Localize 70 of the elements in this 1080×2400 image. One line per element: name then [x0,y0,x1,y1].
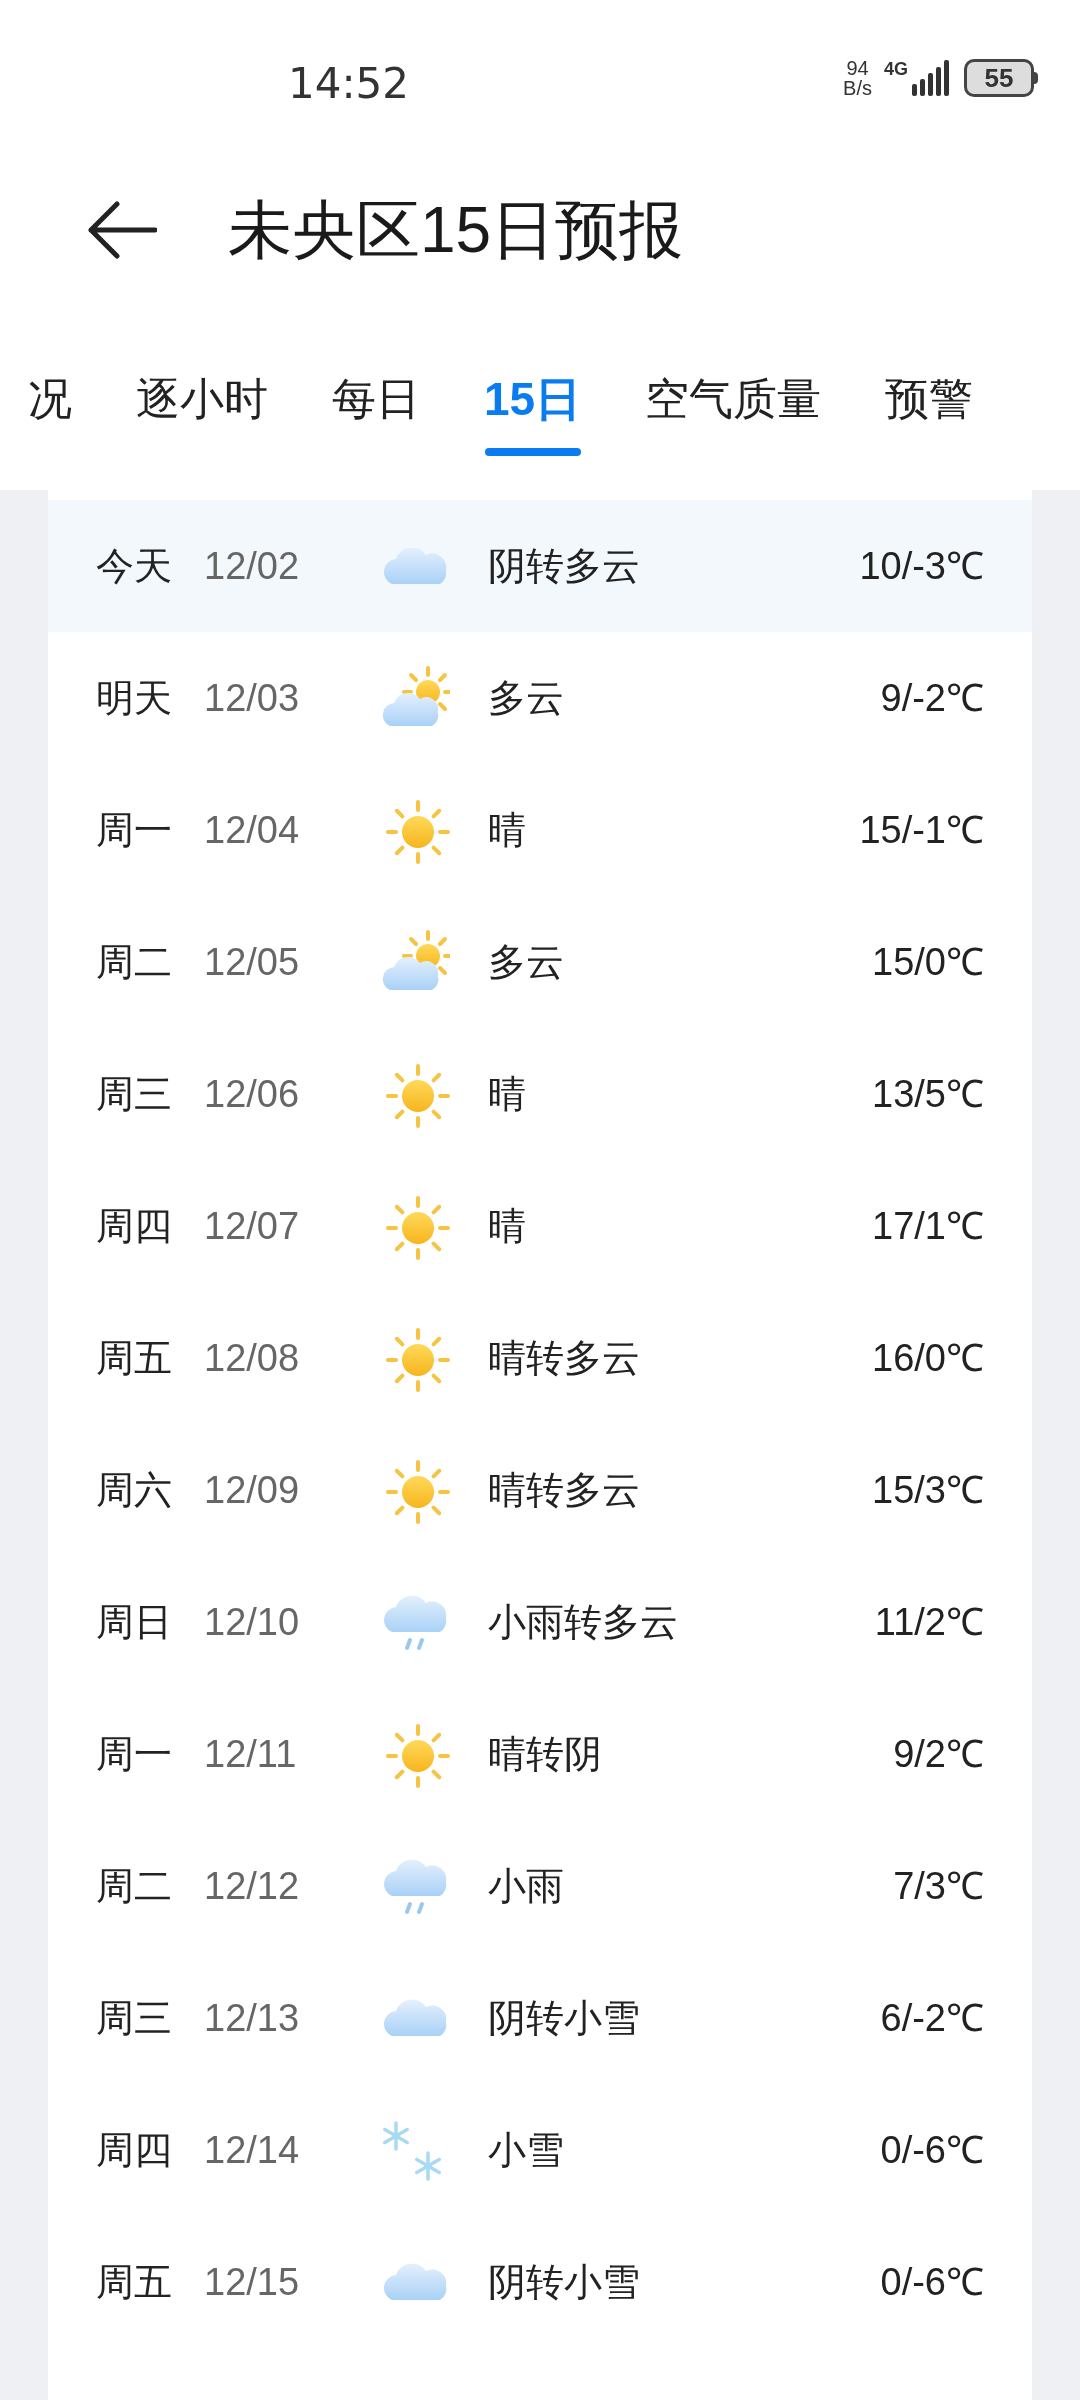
day-label: 周日 [96,1599,173,1645]
condition-label: 阴转多云 [488,543,641,589]
temperature-range: 17/1℃ [872,1203,984,1249]
date-label: 12/08 [204,1335,301,1381]
date-label: 12/10 [204,1599,301,1645]
date-label: 12/04 [204,807,301,853]
tab[interactable]: 15日 [484,372,582,456]
condition-label: 阴转小雪 [488,2259,641,2305]
temperature-range: 16/0℃ [872,1335,984,1381]
tab[interactable]: 空气质量 [645,372,822,426]
day-label: 周一 [96,807,173,853]
condition-label: 晴 [488,1071,527,1117]
battery-indicator: 55 [964,59,1038,97]
date-label: 12/03 [204,675,301,721]
condition-label: 小雨 [488,1863,565,1909]
date-label: 12/07 [204,1203,301,1249]
day-label: 今天 [96,543,173,589]
temperature-range: 13/5℃ [872,1071,984,1117]
temperature-range: 0/-6℃ [880,2127,984,2173]
date-label: 12/09 [204,1467,301,1513]
condition-label: 晴 [488,1203,527,1249]
temperature-range: 11/2℃ [874,1599,984,1645]
date-label: 12/06 [204,1071,301,1117]
temperature-range: 0/-6℃ [880,2259,984,2305]
condition-label: 晴转阴 [488,1731,603,1777]
day-label: 周二 [96,939,173,985]
net-speed: 94 B/s [843,58,872,98]
back-arrow-icon [87,201,157,259]
day-label: 周四 [96,2127,173,2173]
temperature-range: 7/3℃ [893,1863,984,1909]
condition-label: 小雨转多云 [488,1599,679,1645]
date-label: 12/15 [204,2259,301,2305]
day-label: 周五 [96,1335,173,1381]
day-label: 周五 [96,2259,173,2305]
signal-icon [912,60,952,96]
date-label: 12/05 [204,939,301,985]
temperature-range: 15/-1℃ [859,807,984,853]
day-label: 周一 [96,1731,173,1777]
tab[interactable]: 预警 [885,372,974,426]
date-label: 12/12 [204,1863,301,1909]
day-label: 周六 [96,1467,173,1513]
date-label: 12/11 [204,1731,298,1777]
temperature-range: 15/0℃ [872,939,984,985]
temperature-range: 9/2℃ [893,1731,984,1777]
day-label: 周三 [96,1995,173,2041]
temperature-range: 10/-3℃ [859,543,984,589]
condition-label: 阴转小雪 [488,1995,641,2041]
condition-label: 多云 [488,675,565,721]
condition-label: 晴 [488,807,527,853]
condition-label: 晴转多云 [488,1467,641,1513]
temperature-range: 9/-2℃ [880,675,984,721]
condition-label: 多云 [488,939,565,985]
page-title: 未央区15日预报 [228,193,684,268]
tab[interactable]: 每日 [332,372,420,426]
network-label: 4G [884,60,908,78]
condition-label: 小雪 [488,2127,565,2173]
date-label: 12/14 [204,2127,301,2173]
day-label: 周四 [96,1203,173,1249]
temperature-range: 6/-2℃ [880,1995,984,2041]
tab[interactable]: 逐小时 [136,372,268,426]
forecast-row[interactable]: 今天 12/02 阴转多云 10/-3℃ [48,500,1032,632]
condition-label: 晴转多云 [488,1335,641,1381]
temperature-range: 15/3℃ [872,1467,984,1513]
date-label: 12/13 [204,1995,301,2041]
day-label: 周三 [96,1071,173,1117]
tab[interactable]: 况 [28,372,72,426]
day-label: 明天 [96,675,173,721]
status-time: 14:52 [288,58,410,110]
date-label: 12/02 [204,543,301,589]
day-label: 周二 [96,1863,173,1909]
